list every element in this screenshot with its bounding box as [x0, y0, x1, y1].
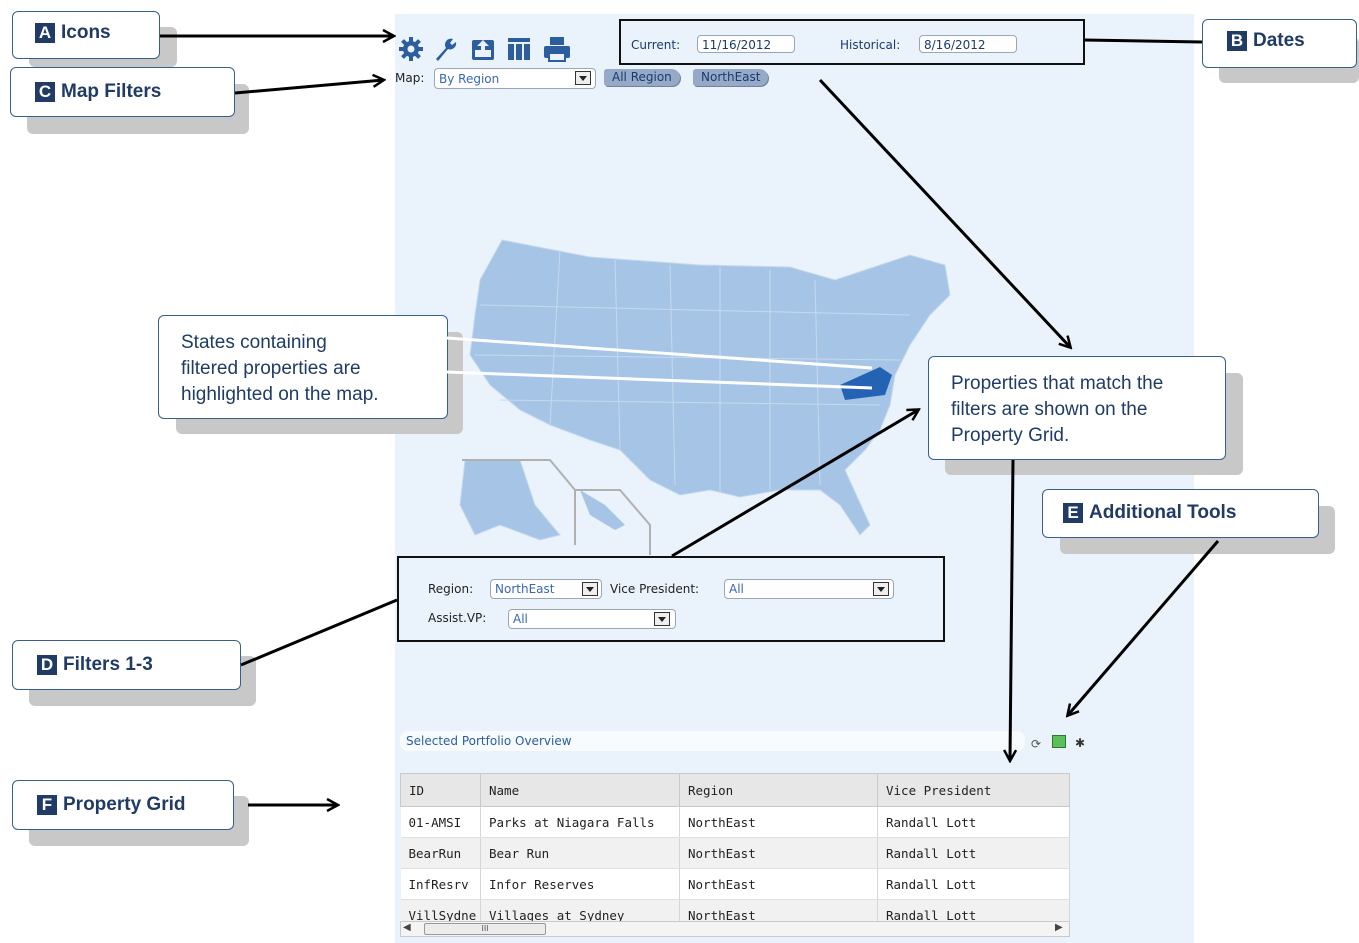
arrow-additional-tools [1068, 540, 1220, 715]
line-dates [1084, 38, 1203, 44]
line-filters [240, 598, 398, 667]
arrow-to-grid-note [818, 78, 1070, 347]
arrow-to-grid [1010, 459, 1013, 760]
arrow-filters-to-note [671, 410, 918, 558]
pointer-state-1 [446, 336, 873, 370]
pointer-state-2 [446, 370, 873, 390]
annotation-arrows [160, 0, 1220, 943]
arrow-map-filters [234, 80, 383, 95]
